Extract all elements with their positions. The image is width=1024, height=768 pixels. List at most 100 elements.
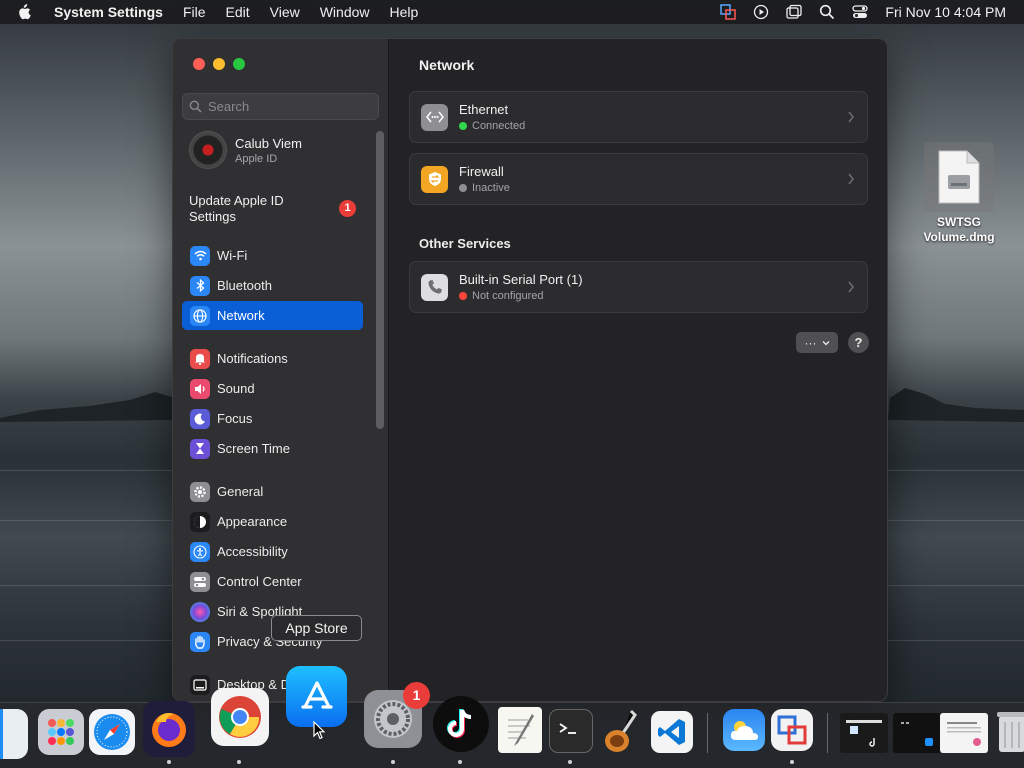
menu-help[interactable]: Help [390, 4, 419, 20]
trash-dock-icon[interactable] [994, 707, 1024, 755]
desktop-file-label: SWTSG Volume.dmg [923, 215, 995, 244]
running-indicator [568, 760, 572, 764]
sidebar-item-label: Network [217, 308, 265, 323]
page-title: Network [419, 57, 475, 73]
appearance-icon [190, 511, 210, 532]
sidebar-item-bluetooth[interactable]: Bluetooth [182, 271, 363, 300]
window-preview-2-dock-icon[interactable] [893, 713, 941, 753]
sidebar-item-label: Notifications [217, 351, 288, 366]
dock-separator [827, 713, 828, 753]
system-settings-window: Calub Viem Apple ID Update Apple ID Sett… [172, 38, 888, 702]
phone-icon [421, 273, 448, 301]
status-text: Not configured [472, 290, 544, 302]
apple-id-account[interactable]: Calub Viem Apple ID [189, 131, 302, 169]
ethernet-icon [421, 103, 448, 131]
bluetooth-icon [190, 275, 210, 296]
menu-bar: System Settings File Edit View Window He… [0, 0, 1024, 24]
running-indicator [237, 760, 241, 764]
settings-notification-badge: 1 [403, 682, 430, 709]
service-ethernet[interactable]: Ethernet Connected [409, 91, 868, 143]
avatar [189, 131, 227, 169]
garageband-dock-icon[interactable] [599, 709, 643, 755]
running-indicator [790, 760, 794, 764]
app-store-dock-icon[interactable] [286, 666, 347, 727]
dock-tooltip: App Store [271, 615, 362, 641]
menu-view[interactable]: View [270, 4, 300, 20]
service-firewall[interactable]: Firewall Inactive [409, 153, 868, 205]
sidebar-item-label: Bluetooth [217, 278, 272, 293]
sidebar-item-control-center[interactable]: Control Center [182, 567, 363, 596]
window-status-icon[interactable] [786, 4, 803, 20]
gear-icon [190, 481, 210, 502]
play-status-icon[interactable] [753, 4, 769, 20]
sidebar-item-label: Sound [217, 381, 255, 396]
sidebar-item-label: Appearance [217, 514, 288, 529]
control-center-menu-icon[interactable] [852, 4, 869, 20]
zoom-window-button[interactable] [233, 58, 245, 70]
window-preview-3-dock-icon[interactable] [940, 713, 988, 753]
window-preview-dock-icon[interactable] [840, 713, 888, 753]
service-serial-port[interactable]: Built-in Serial Port (1) Not configured [409, 261, 868, 313]
safari-dock-icon[interactable] [89, 709, 135, 755]
vscode-dock-icon[interactable] [651, 711, 693, 753]
more-actions-button[interactable]: ··· [796, 332, 838, 353]
wifi-icon [190, 245, 210, 266]
sidebar-item-label: Wi-Fi [217, 248, 248, 263]
tiktok-dock-icon[interactable] [433, 696, 489, 752]
weather-dock-icon[interactable] [723, 709, 765, 751]
parallels-dock-icon[interactable] [771, 709, 813, 751]
mouse-cursor-icon [313, 721, 325, 740]
sidebar-item-notifications[interactable]: Notifications [182, 344, 363, 373]
sidebar-item-sound[interactable]: Sound [182, 374, 363, 403]
sidebar-item-appearance[interactable]: Appearance [182, 507, 363, 536]
hand-icon [190, 631, 210, 652]
update-badge: 1 [339, 200, 356, 217]
close-window-button[interactable] [193, 58, 205, 70]
minimize-window-button[interactable] [213, 58, 225, 70]
textedit-dock-icon[interactable] [498, 707, 542, 753]
finder-dock-icon[interactable] [0, 709, 28, 759]
sidebar: Calub Viem Apple ID Update Apple ID Sett… [173, 39, 389, 701]
launchpad-dock-icon[interactable] [38, 709, 84, 755]
update-apple-id-settings[interactable]: Update Apple ID Settings [189, 193, 309, 225]
service-name: Firewall [459, 164, 504, 179]
network-pane: Network Ethernet Connected Firewall Inac… [389, 39, 887, 701]
menu-window[interactable]: Window [320, 4, 370, 20]
moon-icon [190, 408, 210, 429]
sidebar-item-label: General [217, 484, 264, 499]
desktop-dmg-file[interactable]: SWTSG Volume.dmg [918, 142, 1000, 245]
sidebar-item-general[interactable]: General [182, 477, 363, 506]
help-button[interactable]: ? [848, 332, 869, 353]
desktop-icon [190, 674, 210, 695]
service-status: Not configured [459, 290, 583, 302]
sidebar-scrollbar[interactable] [376, 131, 384, 429]
running-indicator [167, 760, 171, 764]
chrome-dock-icon[interactable] [211, 688, 269, 746]
sidebar-item-accessibility[interactable]: Accessibility [182, 537, 363, 566]
terminal-dock-icon[interactable] [549, 709, 593, 753]
status-text: Connected [472, 120, 526, 132]
sidebar-item-wifi[interactable]: Wi-Fi [182, 241, 363, 270]
menu-clock[interactable]: Fri Nov 10 4:04 PM [885, 4, 1006, 20]
more-label: ··· [804, 335, 817, 350]
menu-edit[interactable]: Edit [226, 4, 250, 20]
sidebar-item-network[interactable]: Network [182, 301, 363, 330]
bell-icon [190, 348, 210, 369]
sidebar-item-screen-time[interactable]: Screen Time [182, 434, 363, 463]
service-status: Inactive [459, 182, 510, 194]
menu-app-name[interactable]: System Settings [54, 4, 163, 20]
sidebar-item-label: Focus [217, 411, 253, 426]
firefox-dock-icon[interactable] [143, 701, 195, 757]
account-subtitle: Apple ID [235, 152, 278, 165]
menu-file[interactable]: File [183, 4, 206, 20]
running-indicator [391, 760, 395, 764]
status-dot [459, 122, 467, 130]
sidebar-item-focus[interactable]: Focus [182, 404, 363, 433]
spotlight-search-icon[interactable] [819, 4, 835, 20]
dock [0, 666, 1024, 768]
status-dot [459, 184, 467, 192]
sidebar-search[interactable] [182, 93, 379, 120]
parallels-status-icon[interactable] [720, 4, 737, 20]
apple-menu-icon[interactable] [16, 4, 32, 20]
search-input[interactable] [208, 99, 368, 114]
